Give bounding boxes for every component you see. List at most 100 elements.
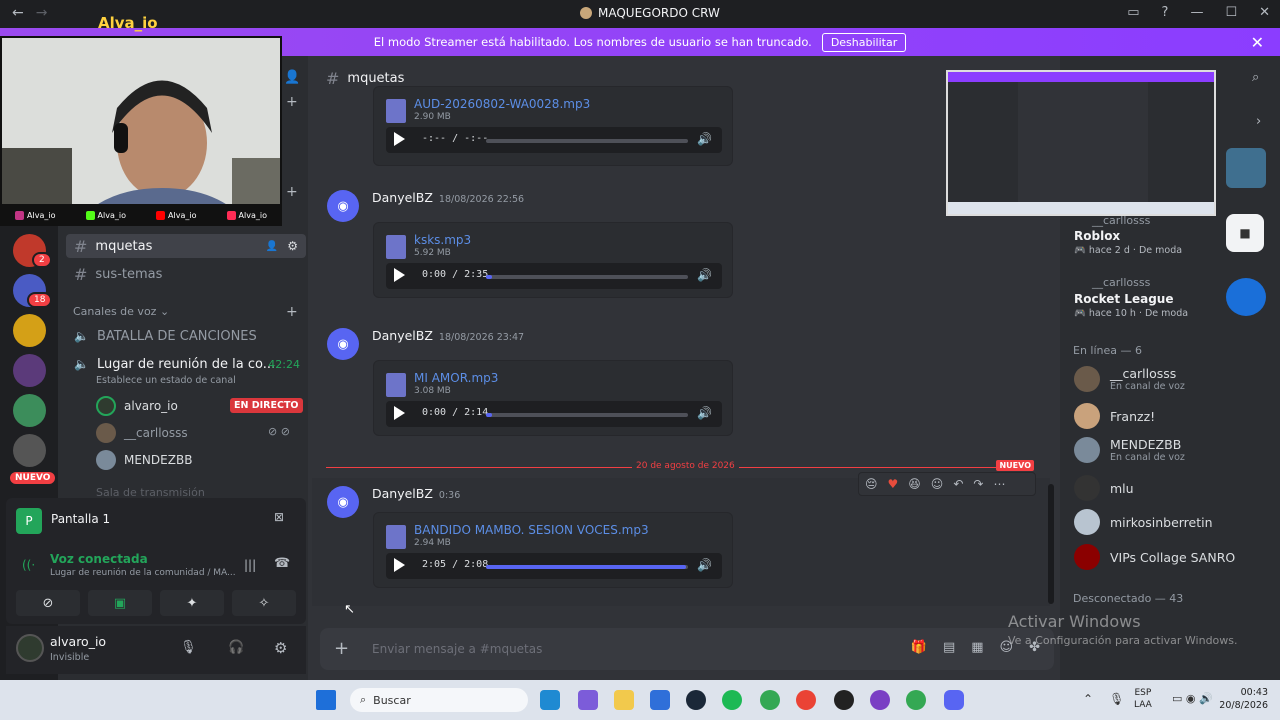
taskbar-search[interactable]: ⌕ Buscar bbox=[350, 688, 528, 712]
add-icon[interactable]: + bbox=[286, 184, 298, 200]
reaction-icon[interactable]: ♥ bbox=[888, 477, 899, 491]
user-name[interactable]: alvaro_io bbox=[50, 634, 106, 649]
server-icon[interactable] bbox=[13, 314, 46, 347]
chrome-icon[interactable] bbox=[906, 690, 926, 710]
attach-icon[interactable]: + bbox=[334, 638, 349, 659]
forward-arrow-icon[interactable]: → bbox=[36, 5, 48, 21]
volume-icon[interactable]: 🔊 bbox=[697, 132, 712, 146]
screen-share-button[interactable]: ▣ bbox=[88, 590, 152, 616]
member-row[interactable]: mirkosinberretin bbox=[1074, 509, 1213, 535]
stop-stream-icon[interactable]: ⊠ bbox=[274, 510, 284, 524]
network-icon[interactable]: ▭ ◉ 🔊 bbox=[1172, 692, 1213, 705]
file-name[interactable]: AUD-20260802-WA0028.mp3 bbox=[414, 97, 590, 111]
soundboard-button[interactable]: ✧ bbox=[232, 590, 296, 616]
voice-user[interactable]: alvaro_io bbox=[96, 396, 178, 416]
disconnect-icon[interactable]: ☎ bbox=[274, 556, 290, 571]
mic-icon[interactable]: 🎙 bbox=[1109, 692, 1124, 706]
volume-icon[interactable]: 🔊 bbox=[697, 558, 712, 572]
play-icon[interactable] bbox=[394, 268, 405, 282]
language-indicator[interactable]: ESP LAA bbox=[1134, 687, 1152, 711]
seek-bar[interactable] bbox=[486, 139, 688, 143]
voice-status[interactable]: Voz conectada bbox=[50, 552, 148, 566]
avatar[interactable]: ◉ bbox=[327, 328, 359, 360]
minimize-button[interactable]: — bbox=[1190, 5, 1203, 20]
windows-start-icon[interactable] bbox=[316, 690, 336, 710]
invite-icon[interactable]: 👤 bbox=[266, 241, 278, 252]
member-row[interactable]: MENDEZBB En canal de voz bbox=[1074, 437, 1185, 463]
reaction-icon[interactable]: 😆 bbox=[908, 477, 921, 491]
play-icon[interactable] bbox=[394, 132, 405, 146]
steam-icon[interactable] bbox=[686, 690, 706, 710]
message-input[interactable]: Enviar mensaje a #mquetas bbox=[372, 642, 542, 656]
scrollbar[interactable] bbox=[1048, 484, 1054, 604]
edge-icon[interactable] bbox=[540, 690, 560, 710]
close-icon[interactable]: ✕ bbox=[1251, 33, 1264, 52]
seek-bar[interactable] bbox=[486, 565, 688, 569]
voice-user[interactable]: __carllosss bbox=[96, 423, 188, 443]
maximize-button[interactable]: ☐ bbox=[1225, 5, 1237, 20]
channel-mquetas[interactable]: # mquetas 👤 ⚙ bbox=[66, 234, 306, 258]
discord-icon[interactable] bbox=[944, 690, 964, 710]
member-row[interactable]: __carllosss En canal de voz bbox=[1074, 366, 1185, 392]
add-reaction-icon[interactable]: ☺ bbox=[931, 477, 944, 491]
chevron-up-icon[interactable]: ⌃ bbox=[1083, 692, 1093, 706]
server-icon[interactable] bbox=[13, 434, 46, 467]
app-icon[interactable] bbox=[870, 690, 890, 710]
seek-bar[interactable] bbox=[486, 275, 688, 279]
avatar[interactable]: ◉ bbox=[327, 486, 359, 518]
forward-icon[interactable]: ↷ bbox=[973, 477, 983, 491]
add-voice-channel-icon[interactable]: + bbox=[286, 304, 298, 320]
store-icon[interactable] bbox=[650, 690, 670, 710]
back-arrow-icon[interactable]: ← bbox=[12, 5, 24, 21]
channel-status[interactable]: Establece un estado de canal bbox=[96, 375, 236, 386]
mic-icon[interactable]: 🎙 bbox=[180, 640, 197, 655]
add-member-icon[interactable]: 👤 bbox=[284, 70, 300, 85]
play-icon[interactable] bbox=[394, 406, 405, 420]
member-row[interactable]: VIPs Collage SANRO bbox=[1074, 544, 1235, 570]
clock[interactable]: 00:43 20/8/2026 bbox=[1219, 686, 1268, 712]
server-icon[interactable] bbox=[13, 394, 46, 427]
file-name[interactable]: MI AMOR.mp3 bbox=[414, 371, 498, 385]
disable-streamer-button[interactable]: Deshabilitar bbox=[821, 32, 907, 52]
camera-button[interactable]: ⊘ bbox=[16, 590, 80, 616]
headphones-icon[interactable]: 🎧 bbox=[228, 640, 244, 655]
gear-icon[interactable]: ⚙ bbox=[287, 239, 298, 253]
volume-icon[interactable]: 🔊 bbox=[697, 268, 712, 282]
play-icon[interactable] bbox=[394, 558, 405, 572]
volume-icon[interactable]: 🔊 bbox=[697, 406, 712, 420]
member-row[interactable]: Franzz! bbox=[1074, 403, 1155, 429]
gift-icon[interactable]: 🎁 bbox=[911, 640, 927, 655]
seek-bar[interactable] bbox=[486, 413, 688, 417]
file-name[interactable]: BANDIDO MAMBO. SESION VOCES.mp3 bbox=[414, 523, 649, 537]
obs-icon[interactable] bbox=[834, 690, 854, 710]
reply-icon[interactable]: ↶ bbox=[953, 477, 963, 491]
channel-sus-temas[interactable]: # sus-temas bbox=[66, 262, 306, 286]
chrome-icon[interactable] bbox=[760, 690, 780, 710]
server-icon[interactable] bbox=[13, 354, 46, 387]
chevron-right-icon[interactable]: › bbox=[1256, 114, 1261, 129]
app-icon[interactable] bbox=[578, 690, 598, 710]
file-name[interactable]: ksks.mp3 bbox=[414, 233, 471, 247]
gif-icon[interactable]: ▤ bbox=[943, 640, 955, 655]
help-icon[interactable]: ? bbox=[1162, 5, 1169, 20]
voice-location[interactable]: Lugar de reunión de la comunidad / MA... bbox=[50, 568, 236, 578]
add-icon[interactable]: + bbox=[286, 94, 298, 110]
voice-channel-active[interactable]: 🔈 Lugar de reunión de la co... 42:24 bbox=[66, 352, 306, 376]
voice-user[interactable]: MENDEZBB bbox=[96, 450, 192, 470]
sticker-icon[interactable]: ▦ bbox=[971, 640, 983, 655]
avatar[interactable]: ◉ bbox=[327, 190, 359, 222]
member-row[interactable]: mlu bbox=[1074, 475, 1134, 501]
inbox-icon[interactable]: ▭ bbox=[1127, 5, 1139, 20]
spotify-icon[interactable] bbox=[722, 690, 742, 710]
gear-icon[interactable]: ⚙ bbox=[274, 639, 287, 657]
author-name[interactable]: DanyelBZ bbox=[372, 486, 433, 501]
chrome-icon[interactable] bbox=[796, 690, 816, 710]
author-name[interactable]: DanyelBZ bbox=[372, 328, 433, 343]
noise-icon[interactable]: ||| bbox=[244, 558, 256, 572]
avatar[interactable] bbox=[16, 634, 44, 662]
folder-icon[interactable] bbox=[614, 690, 634, 710]
more-icon[interactable]: ⋯ bbox=[993, 477, 1005, 491]
stream-preview[interactable] bbox=[946, 70, 1216, 216]
reaction-icon[interactable]: 😔 bbox=[865, 477, 878, 491]
search-icon[interactable]: ⌕ bbox=[1252, 70, 1259, 85]
